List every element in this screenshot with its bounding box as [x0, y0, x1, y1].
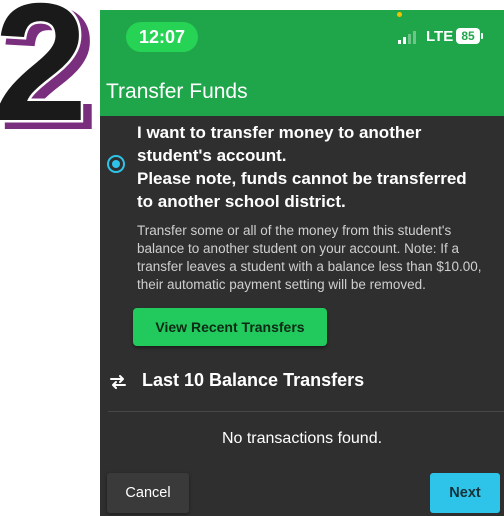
cancel-button[interactable]: Cancel	[107, 473, 189, 513]
transfer-option-label[interactable]: I want to transfer money to another stud…	[137, 121, 502, 213]
empty-transactions-message: No transactions found.	[221, 430, 383, 447]
transfer-option-description: Transfer some or all of the money from t…	[137, 223, 482, 292]
swap-arrows-icon	[110, 375, 126, 389]
view-recent-transfers-button[interactable]: View Recent Transfers	[133, 308, 327, 346]
page-title: Transfer Funds	[106, 80, 248, 103]
transfers-section-title: Last 10 Balance Transfers	[142, 370, 365, 390]
option-title-line-2: student's account.	[137, 146, 287, 165]
option-title-line-1: I want to transfer money to another	[137, 123, 422, 142]
privacy-indicator-dot	[397, 12, 402, 17]
network-type: LTE	[426, 28, 454, 45]
transfer-option-radio[interactable]	[107, 155, 125, 173]
battery-icon: 85	[456, 28, 480, 44]
battery-tip	[481, 33, 483, 39]
phone-screen: 12:07 LTE 85 Transfer Funds I want to tr…	[100, 10, 504, 516]
step-number-badge: 2 2	[0, 0, 98, 134]
step-number: 2	[0, 0, 87, 134]
next-button[interactable]: Next	[430, 473, 500, 513]
status-time: 12:07	[126, 22, 198, 52]
option-note-line-2: to another school district.	[137, 192, 346, 211]
signal-bars-icon	[398, 30, 416, 44]
option-note-line-1: Please note, funds cannot be transferred	[137, 169, 467, 188]
app-header: Transfer Funds	[100, 66, 504, 116]
section-divider	[108, 411, 504, 412]
status-bar: 12:07 LTE 85	[100, 10, 504, 66]
